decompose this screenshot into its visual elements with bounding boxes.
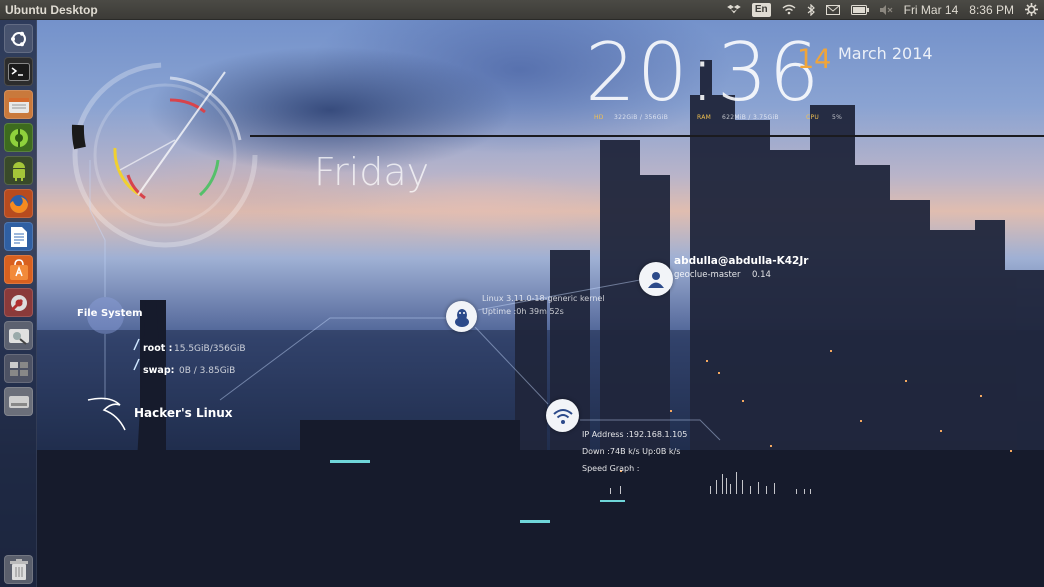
filesystem-title: File System <box>77 308 143 319</box>
network-speed: Down :74B k/s Up:0B k/s <box>582 447 681 456</box>
conky-clock: 20:36 <box>585 26 821 119</box>
swap-usage: 0B / 3.85GiB <box>179 366 236 376</box>
launcher-item-firefox[interactable] <box>4 189 33 218</box>
top-process-value: 0.14 <box>752 270 771 280</box>
indicator-area: En Fri Mar 14 8:36 PM <box>726 0 1044 20</box>
launcher-item-dash-home[interactable] <box>4 24 33 53</box>
keyboard-layout-label: En <box>751 2 771 17</box>
launcher-item-disk-utility[interactable] <box>4 321 33 350</box>
system-uptime: Uptime :0h 39m 52s <box>482 307 564 316</box>
speed-graph-label: Speed Graph : <box>582 464 640 473</box>
android-icon <box>12 161 25 181</box>
terminal-icon <box>7 62 30 81</box>
launcher-item-terminal[interactable] <box>4 57 33 86</box>
top-panel: Ubuntu Desktop En Fri Mar 14 8:36 PM <box>0 0 1044 20</box>
wifi-icon[interactable] <box>782 0 796 20</box>
green-gear-icon <box>9 128 28 147</box>
kernel-version: Linux 3.11.0-18-generic kernel <box>482 294 605 303</box>
mail-icon[interactable] <box>825 0 840 20</box>
settings-icon <box>10 294 27 311</box>
keyboard-layout-indicator[interactable]: En <box>751 0 771 20</box>
launcher-item-system-settings[interactable] <box>4 288 33 317</box>
ip-address: IP Address :192.168.1.105 <box>582 430 688 439</box>
ram-stat-label: RAM <box>697 114 712 121</box>
files-icon <box>8 97 29 113</box>
launcher-item-trash[interactable] <box>4 555 33 584</box>
launcher-item-drive[interactable] <box>4 387 33 416</box>
root-label: root : <box>143 343 173 354</box>
clock-time[interactable]: 8:36 PM <box>969 0 1014 20</box>
user-avatar-icon <box>639 262 673 296</box>
launcher-item-workspace-switcher[interactable] <box>4 354 33 383</box>
tux-icon <box>446 301 477 332</box>
bluetooth-icon[interactable] <box>807 0 815 20</box>
volume-muted-icon[interactable] <box>879 0 893 20</box>
trash-icon <box>9 558 28 580</box>
hd-stat-value: 322GiB / 356GiB <box>614 114 669 121</box>
dropbox-icon[interactable] <box>726 0 741 20</box>
launcher-item-software-center[interactable] <box>4 255 33 284</box>
document-icon <box>10 226 27 247</box>
disk-icon <box>8 328 29 345</box>
ram-stat-value: 622MiB / 3.75GiB <box>722 114 779 121</box>
wifi-network-icon <box>546 399 579 432</box>
window-title: Ubuntu Desktop <box>5 2 98 17</box>
conky-weekday: Friday <box>314 150 430 194</box>
session-gear-icon[interactable] <box>1025 0 1038 20</box>
battery-icon[interactable] <box>850 0 869 20</box>
cpu-stat-value: 5% <box>832 114 843 121</box>
hard-drive-icon <box>8 395 29 408</box>
conky-day-number: 14 <box>797 44 832 75</box>
hackers-linux-label: Hacker's Linux <box>134 406 233 420</box>
launcher-item-libreoffice-writer[interactable] <box>4 222 33 251</box>
hd-stat-label: HD <box>594 114 604 121</box>
user-hostname: abdulla@abdulla-K42Jr <box>674 255 809 267</box>
swap-label: swap: <box>143 365 175 376</box>
cpu-stat-label: CPU <box>806 114 820 121</box>
firefox-icon <box>9 194 28 213</box>
conky-month-year: March 2014 <box>838 44 933 63</box>
clock-date[interactable]: Fri Mar 14 <box>904 0 959 20</box>
root-usage: 15.5GiB/356GiB <box>174 344 246 354</box>
launcher-item-app[interactable] <box>4 123 33 152</box>
software-center-icon <box>9 258 28 280</box>
workspace-icon <box>9 361 28 376</box>
unity-launcher <box>0 20 37 587</box>
conky-divider <box>250 135 1044 137</box>
ubuntu-logo-icon <box>10 31 26 46</box>
top-process-name: geoclue-master <box>674 270 741 280</box>
launcher-item-file-manager[interactable] <box>4 90 33 119</box>
launcher-item-android-sdk[interactable] <box>4 156 33 185</box>
